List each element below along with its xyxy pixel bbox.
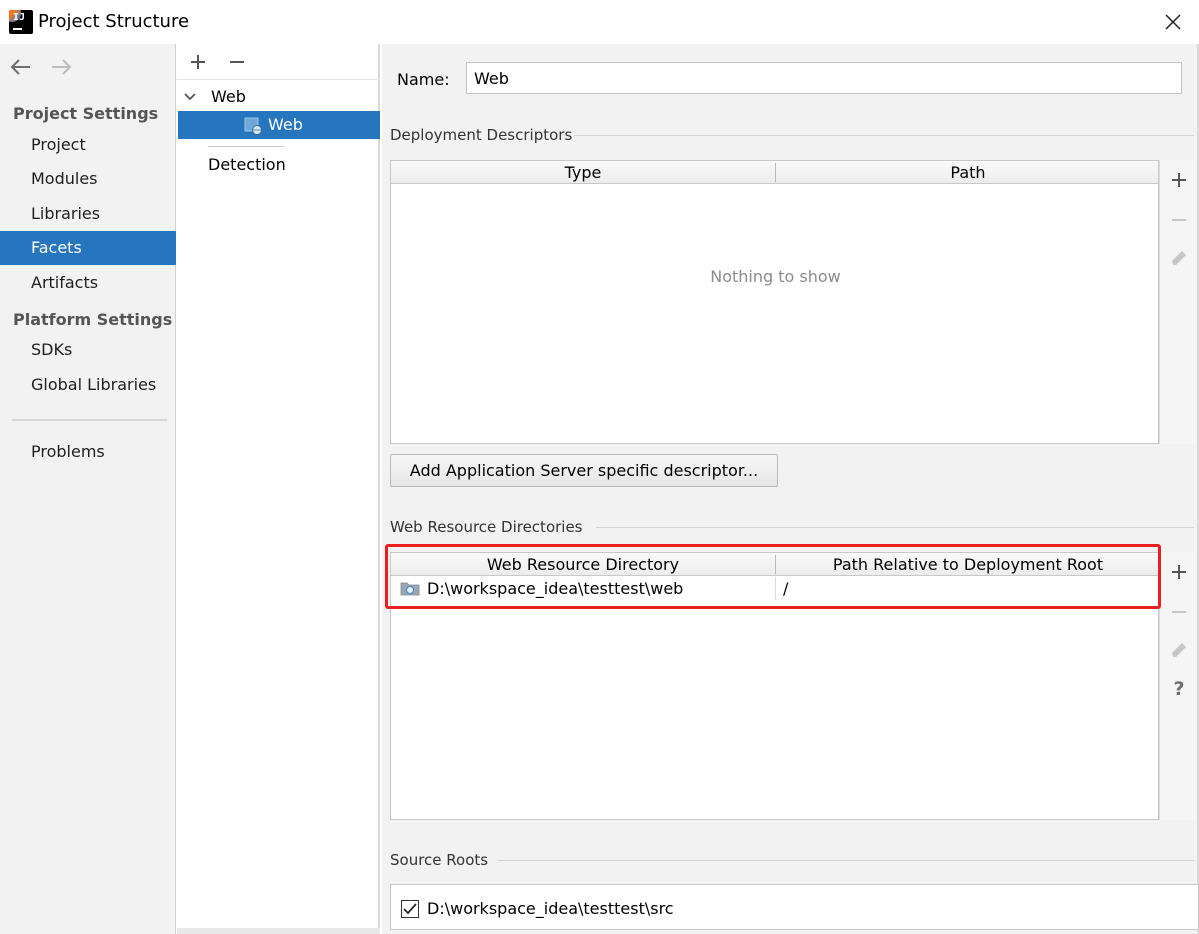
source-root-path: D:\workspace_idea\testtest\src	[427, 899, 674, 918]
plus-icon	[191, 55, 205, 69]
source-root-checkbox[interactable]	[401, 900, 419, 918]
web-resource-side-toolbar: ?	[1159, 552, 1197, 820]
sidebar-divider	[12, 419, 167, 421]
sidebar-item-modules[interactable]: Modules	[0, 162, 176, 196]
minus-icon	[1172, 219, 1186, 221]
plus-icon	[1172, 565, 1186, 579]
column-path[interactable]: Path	[776, 161, 1160, 184]
tree-toolbar	[177, 44, 380, 80]
edit-descriptor-button[interactable]	[1169, 248, 1189, 268]
name-label: Name:	[397, 70, 450, 89]
help-button[interactable]: ?	[1169, 678, 1189, 700]
minus-icon	[230, 61, 244, 63]
detection-divider	[208, 146, 284, 147]
close-icon	[1165, 14, 1181, 30]
section-divider	[574, 135, 1194, 136]
pencil-icon	[1172, 251, 1186, 265]
web-resource-directories-title: Web Resource Directories	[390, 518, 583, 536]
project-settings-header: Project Settings	[13, 104, 159, 123]
remove-descriptor-button[interactable]	[1169, 210, 1189, 230]
add-web-resource-button[interactable]	[1169, 562, 1189, 582]
tree-node-web[interactable]: Web	[211, 83, 246, 111]
deployment-descriptors-title: Deployment Descriptors	[390, 126, 573, 144]
empty-table-text: Nothing to show	[710, 267, 841, 286]
forward-button[interactable]	[48, 54, 74, 80]
title-bar: IJ Project Structure	[0, 0, 1199, 44]
add-facet-button[interactable]	[188, 52, 208, 72]
settings-sidebar: Project Settings Project Modules Librari…	[0, 44, 176, 934]
tree-node-detection[interactable]: Detection	[208, 151, 286, 179]
sidebar-item-global-libraries[interactable]: Global Libraries	[0, 368, 176, 402]
arrow-right-icon	[52, 59, 72, 75]
descriptor-side-toolbar	[1159, 160, 1197, 444]
deployment-descriptors-table[interactable]: Type Path Nothing to show	[390, 160, 1159, 444]
remove-facet-button[interactable]	[227, 52, 247, 72]
close-button[interactable]	[1157, 6, 1189, 38]
web-facet-icon	[244, 117, 262, 135]
arrow-left-icon	[10, 59, 30, 75]
sidebar-item-problems[interactable]: Problems	[0, 435, 176, 469]
remove-web-resource-button[interactable]	[1169, 602, 1189, 622]
minus-icon	[1172, 611, 1186, 613]
checkmark-icon	[403, 903, 417, 915]
source-roots-list: D:\workspace_idea\testtest\src	[390, 884, 1199, 930]
sidebar-item-libraries[interactable]: Libraries	[0, 197, 176, 231]
facet-tree-panel: Web Web (testtest) Detection	[177, 44, 380, 934]
question-icon: ?	[1173, 678, 1184, 700]
add-server-descriptor-button[interactable]: Add Application Server specific descript…	[390, 454, 778, 487]
section-divider	[498, 860, 1194, 861]
edit-web-resource-button[interactable]	[1169, 640, 1189, 660]
intellij-logo-icon: IJ	[9, 10, 33, 34]
add-descriptor-button[interactable]	[1169, 170, 1189, 190]
column-type[interactable]: Type	[391, 161, 775, 184]
source-roots-title: Source Roots	[390, 851, 489, 869]
facet-name-input[interactable]	[466, 62, 1182, 94]
pencil-icon	[1172, 643, 1186, 657]
tree-node-web-testtest[interactable]: Web (testtest)	[178, 111, 380, 162]
sidebar-item-project[interactable]: Project	[0, 128, 176, 162]
chevron-down-icon[interactable]	[183, 90, 197, 104]
tree-scrollbar[interactable]	[177, 928, 380, 934]
plus-icon	[1172, 173, 1186, 187]
svg-text:?: ?	[1173, 678, 1184, 698]
back-button[interactable]	[8, 54, 34, 80]
highlight-annotation	[385, 544, 1161, 609]
sidebar-item-sdks[interactable]: SDKs	[0, 333, 176, 367]
sidebar-item-facets[interactable]: Facets	[0, 231, 176, 265]
section-divider	[596, 527, 1194, 528]
platform-settings-header: Platform Settings	[13, 310, 173, 329]
facet-settings-panel: Name: Deployment Descriptors Type Path N…	[382, 44, 1199, 934]
sidebar-item-artifacts[interactable]: Artifacts	[0, 266, 176, 300]
window-title: Project Structure	[38, 11, 190, 32]
table-header: Type Path	[391, 161, 1158, 184]
